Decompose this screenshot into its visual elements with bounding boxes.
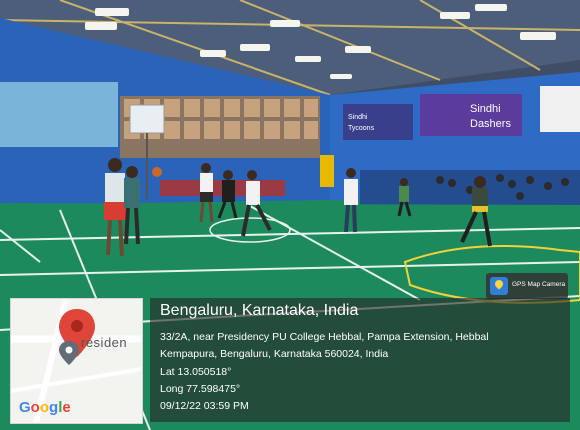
address-line-2: Kempapura, Bengaluru, Karnataka 560024, …: [160, 348, 389, 360]
location-title: Bengaluru, Karnataka, India: [160, 302, 359, 319]
backboard: [129, 104, 165, 134]
yellow-door: [320, 155, 334, 187]
gps-map-camera-badge: GPS Map Camera: [486, 273, 568, 299]
banner-left-top: Sindhi: [348, 114, 368, 121]
map-camera-icon: [490, 277, 508, 295]
latitude: Lat 13.050518°: [160, 366, 232, 378]
map-thumbnail: residen Google: [10, 298, 143, 424]
basketball: [152, 167, 162, 177]
banner-edge: [540, 86, 580, 132]
banner-right-bottom: Dashers: [470, 118, 511, 130]
address-line-1: 33/2A, near Presidency PU College Hebbal…: [160, 331, 489, 343]
wall-poster: [0, 82, 118, 147]
banner-left-bottom: Tycoons: [348, 125, 375, 132]
banner-right-top: Sindhi: [470, 103, 501, 115]
map-street-label: residen: [81, 335, 128, 350]
google-logo: Google: [19, 399, 71, 416]
gps-info-box: Bengaluru, Karnataka, India 33/2A, near …: [150, 298, 570, 422]
badge-label: GPS Map Camera: [512, 281, 566, 288]
timestamp: 09/12/22 03:59 PM: [160, 400, 249, 412]
place-marker-icon: [59, 341, 79, 365]
banner-left: [343, 104, 413, 140]
longitude: Long 77.598475°: [160, 383, 241, 395]
